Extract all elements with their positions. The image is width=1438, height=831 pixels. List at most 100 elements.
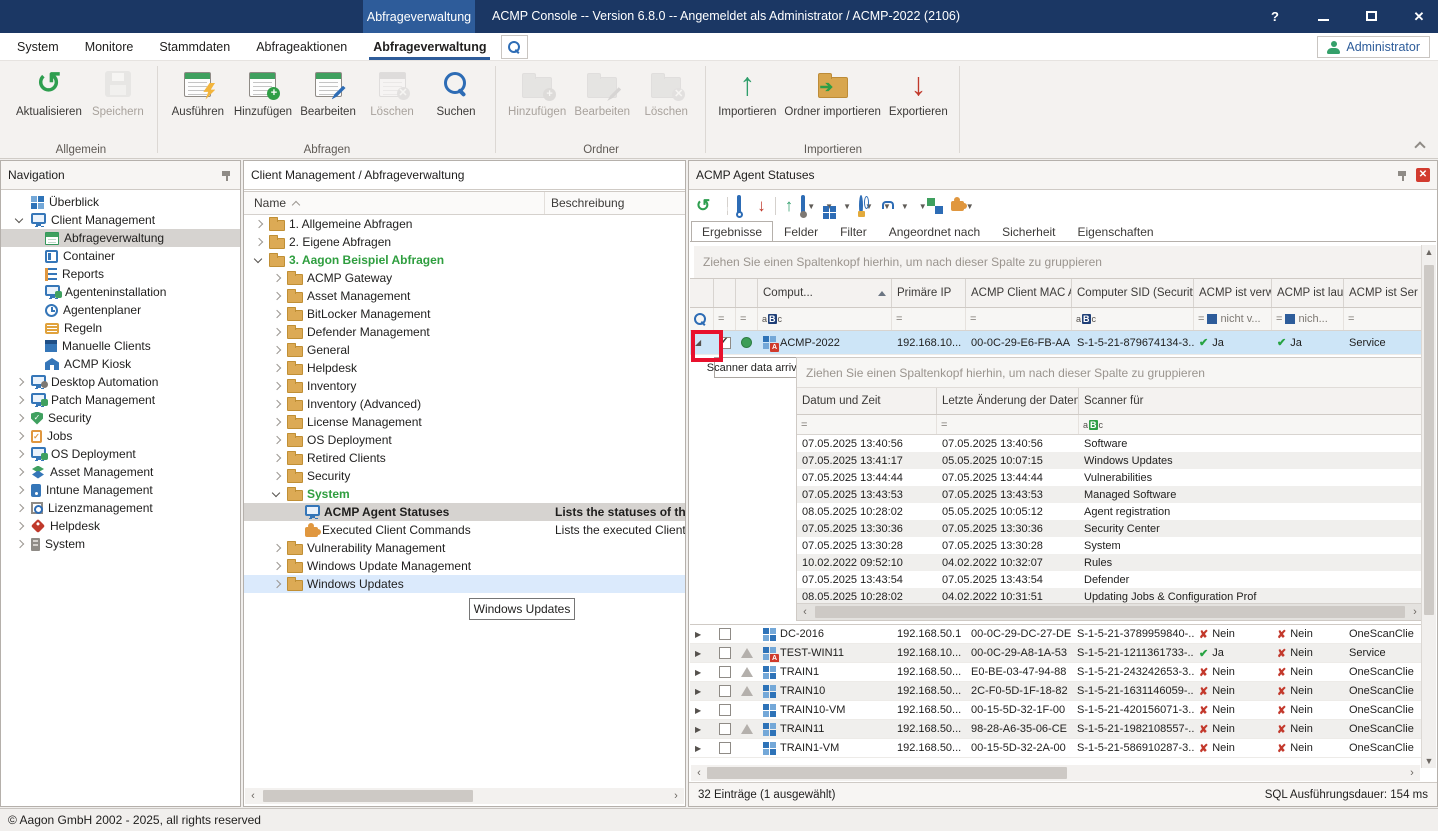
chevron-right-icon[interactable] bbox=[270, 290, 283, 303]
detail-column-header-scanner-für[interactable]: Scanner für bbox=[1079, 388, 1423, 414]
scroll-left-icon[interactable]: ‹ bbox=[691, 765, 707, 781]
detail-column-header-datum-und-zeit[interactable]: Datum und Zeit bbox=[797, 388, 937, 414]
close-panel-icon[interactable]: ✕ bbox=[1416, 168, 1430, 182]
tab-angeordnet-nach[interactable]: Angeordnet nach bbox=[878, 221, 991, 241]
help-icon[interactable]: ? bbox=[1266, 9, 1284, 24]
filter-cell[interactable]: = bbox=[966, 308, 1072, 330]
sidebar-item-desktop-automation[interactable]: Desktop Automation bbox=[1, 373, 240, 391]
sidebar-item-überblick[interactable]: Überblick bbox=[1, 193, 240, 211]
expand-row-icon[interactable]: ▶ bbox=[695, 725, 701, 734]
sidebar-item-helpdesk[interactable]: Helpdesk bbox=[1, 517, 240, 535]
chevron-right-icon[interactable] bbox=[252, 236, 265, 249]
scroll-left-icon[interactable]: ‹ bbox=[797, 604, 813, 620]
tree-item-3-aagon-beispiel-abfragen[interactable]: 3. Aagon Beispiel Abfragen bbox=[244, 251, 685, 269]
column-header-acmp-ist-verw[interactable]: ACMP ist verw... bbox=[1194, 279, 1272, 307]
sidebar-item-asset-management[interactable]: Asset Management bbox=[1, 463, 240, 481]
expand-cell[interactable]: ▶ bbox=[690, 682, 714, 700]
tree-item-asset-management[interactable]: Asset Management bbox=[244, 287, 685, 305]
tree-item-os-deployment[interactable]: OS Deployment bbox=[244, 431, 685, 449]
column-header-acmp-ist-ser[interactable]: ACMP ist Ser bbox=[1344, 279, 1430, 307]
suchen-button[interactable]: Suchen bbox=[424, 63, 488, 118]
tree-item-security[interactable]: Security bbox=[244, 467, 685, 485]
detail-column-header-letzte-änderung-der-daten[interactable]: Letzte Änderung der Daten bbox=[937, 388, 1079, 414]
detail-tab-scanner-data-arrival[interactable]: Scanner data arrival bbox=[714, 357, 798, 378]
collapse-ribbon-icon[interactable] bbox=[1414, 140, 1426, 150]
chevron-right-icon[interactable] bbox=[270, 470, 283, 483]
tab-sicherheit[interactable]: Sicherheit bbox=[991, 221, 1066, 241]
sidebar-item-agentenplaner[interactable]: Agentenplaner bbox=[1, 301, 240, 319]
bearbeiten-button[interactable]: Bearbeiten bbox=[296, 63, 360, 118]
sidebar-item-acmp-kiosk[interactable]: ACMP Kiosk bbox=[1, 355, 240, 373]
results-horizontal-scrollbar[interactable]: ‹ › bbox=[691, 765, 1420, 781]
filter-cell[interactable]: =nicht v... bbox=[1194, 308, 1272, 330]
column-header-primäre-ip[interactable]: Primäre IP bbox=[892, 279, 966, 307]
sidebar-item-security[interactable]: ✓Security bbox=[1, 409, 240, 427]
filter-button[interactable] bbox=[747, 195, 751, 217]
chevron-right-icon[interactable] bbox=[270, 398, 283, 411]
filter-row[interactable]: ==aBc==aBc=nicht v...=nich...= bbox=[690, 308, 1436, 331]
sidebar-item-os-deployment[interactable]: OS Deployment bbox=[1, 445, 240, 463]
detail-row[interactable]: 07.05.2025 13:30:2807.05.2025 13:30:28Sy… bbox=[797, 537, 1423, 554]
expand-cell[interactable]: ▶ bbox=[690, 625, 714, 643]
tree-item-1-allgemeine-abfragen[interactable]: 1. Allgemeine Abfragen bbox=[244, 215, 685, 233]
menu-item-abfrageaktionen[interactable]: Abfrageaktionen bbox=[243, 33, 360, 60]
row-checkbox[interactable] bbox=[719, 628, 731, 640]
checkbox-cell[interactable] bbox=[714, 682, 736, 700]
scrollbar-thumb[interactable] bbox=[1424, 265, 1434, 615]
importieren-button[interactable]: ↑Importieren bbox=[714, 63, 780, 118]
menu-item-system[interactable]: System bbox=[4, 33, 72, 60]
table-row-acmp-2022[interactable]: ◢ACMP-2022192.168.10...00-0C-29-E6-FB-AA… bbox=[690, 331, 1436, 355]
chevron-right-icon[interactable] bbox=[270, 452, 283, 465]
column-header-computer-sid-security[interactable]: Computer SID (Security... bbox=[1072, 279, 1194, 307]
detail-row[interactable]: 07.05.2025 13:43:5307.05.2025 13:43:53Ma… bbox=[797, 486, 1423, 503]
pin-icon[interactable] bbox=[220, 169, 233, 182]
checkbox-cell[interactable] bbox=[714, 720, 736, 738]
chevron-right-icon[interactable] bbox=[13, 430, 26, 443]
chevron-right-icon[interactable] bbox=[13, 412, 26, 425]
chevron-right-icon[interactable] bbox=[13, 484, 26, 497]
exportieren-button[interactable]: ↓Exportieren bbox=[885, 63, 952, 118]
scroll-right-icon[interactable]: › bbox=[668, 788, 684, 804]
scroll-up-icon[interactable]: ▲ bbox=[1422, 245, 1436, 259]
filter-cell[interactable]: = bbox=[797, 415, 937, 434]
column-header-acmp-client-mac-adr[interactable]: ACMP Client MAC Adr... bbox=[966, 279, 1072, 307]
row-checkbox[interactable] bbox=[719, 742, 731, 754]
chevron-right-icon[interactable] bbox=[270, 560, 283, 573]
detail-horizontal-scrollbar[interactable]: ‹ › bbox=[797, 603, 1423, 620]
export-down-button[interactable]: ↓ bbox=[755, 195, 768, 217]
aktualisieren-button[interactable]: ↺Aktualisieren bbox=[12, 63, 86, 118]
chevron-right-icon[interactable] bbox=[270, 362, 283, 375]
column-header-name[interactable]: Name bbox=[244, 196, 303, 210]
chevron-right-icon[interactable] bbox=[252, 218, 265, 231]
filter-cell[interactable]: aBc bbox=[1079, 415, 1423, 434]
hinzufügen-button[interactable]: +Hinzufügen bbox=[230, 63, 296, 118]
chevron-down-icon[interactable] bbox=[13, 214, 26, 227]
chevron-right-icon[interactable] bbox=[270, 272, 283, 285]
checkbox-cell[interactable] bbox=[714, 701, 736, 719]
scroll-down-icon[interactable]: ▼ bbox=[1422, 754, 1436, 768]
row-checkbox[interactable] bbox=[719, 723, 731, 735]
tree-item-defender-management[interactable]: Defender Management bbox=[244, 323, 685, 341]
chevron-right-icon[interactable] bbox=[270, 416, 283, 429]
tree-item-license-management[interactable]: License Management bbox=[244, 413, 685, 431]
remote-pc-button[interactable]: ▼ bbox=[897, 195, 911, 217]
checkbox-cell[interactable] bbox=[714, 739, 736, 757]
filter-cell[interactable]: = bbox=[892, 308, 966, 330]
row-checkbox[interactable] bbox=[719, 647, 731, 659]
chevron-right-icon[interactable] bbox=[13, 502, 26, 515]
shield-sync-button[interactable] bbox=[941, 195, 945, 217]
ribbon-search-button[interactable] bbox=[501, 35, 528, 59]
tree-item-bitlocker-management[interactable]: BitLocker Management bbox=[244, 305, 685, 323]
tree-item-system[interactable]: System bbox=[244, 485, 685, 503]
refresh-button[interactable]: ↺ bbox=[694, 195, 712, 217]
tree-item-general[interactable]: General bbox=[244, 341, 685, 359]
sidebar-item-abfrageverwaltung[interactable]: Abfrageverwaltung bbox=[1, 229, 240, 247]
detail-filter-row[interactable]: ==aBc bbox=[797, 415, 1423, 435]
expand-cell[interactable]: ▶ bbox=[690, 739, 714, 757]
filter-cell[interactable] bbox=[690, 308, 714, 330]
client-search-button[interactable] bbox=[735, 195, 743, 217]
minimize-icon[interactable] bbox=[1314, 9, 1332, 24]
expand-cell[interactable]: ▶ bbox=[690, 644, 714, 662]
sidebar-item-jobs[interactable]: ✓Jobs bbox=[1, 427, 240, 445]
sidebar-item-system[interactable]: System bbox=[1, 535, 240, 553]
